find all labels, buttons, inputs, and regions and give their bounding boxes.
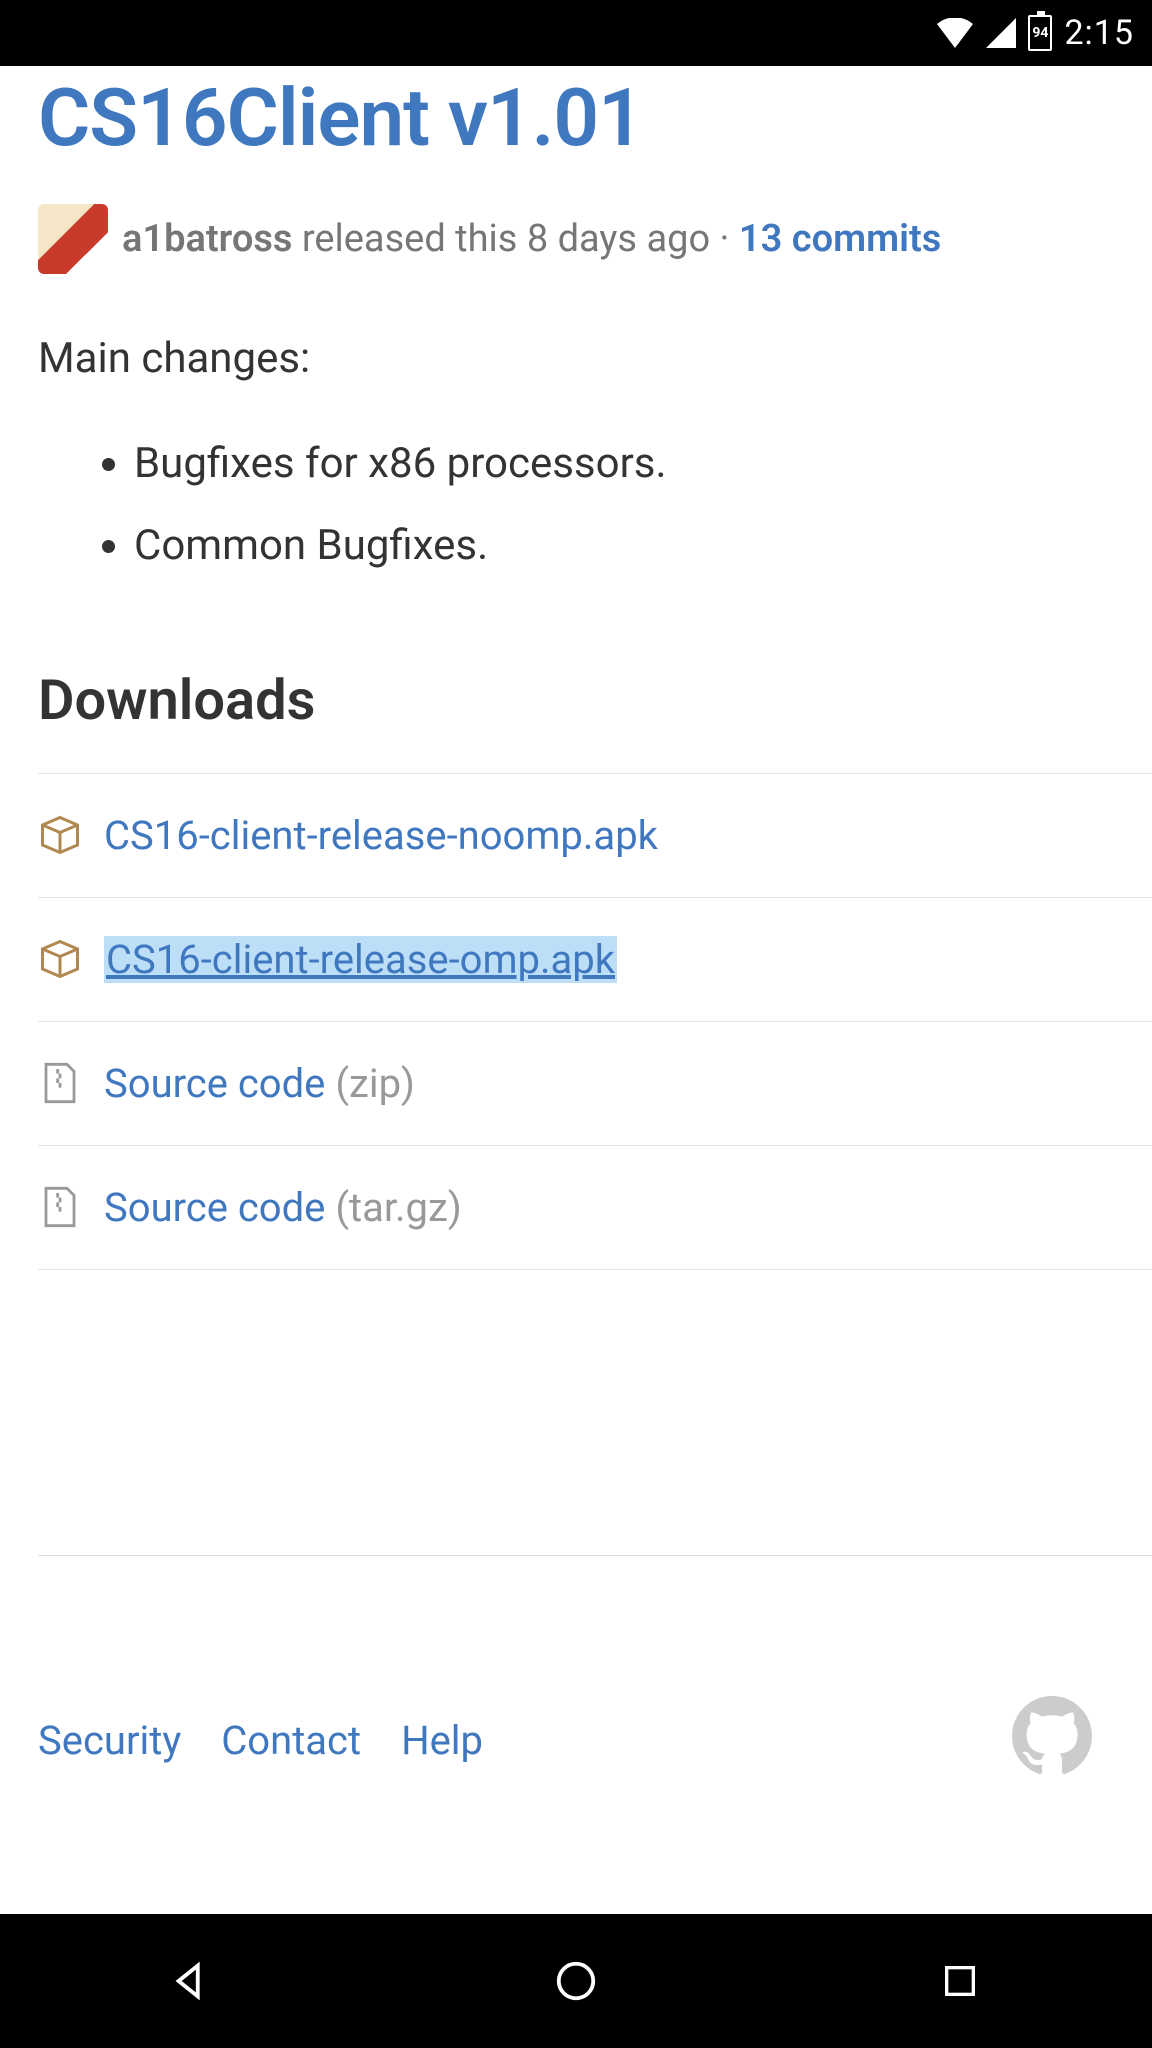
webview[interactable]: CS16Client v1.01 a1batross released this… [0, 66, 1152, 1914]
list-item: Common Bugfixes. [134, 505, 1152, 587]
released-text: released this 8 days ago · [292, 217, 739, 261]
download-link: CS16-client-release-omp.apk [104, 936, 617, 983]
download-row[interactable]: Source code (zip) [38, 1022, 1152, 1146]
download-link: CS16-client-release-noomp.apk [104, 812, 658, 859]
changes-list: Bugfixes for x86 processors. Common Bugf… [134, 423, 1152, 587]
android-navbar [0, 1914, 1152, 2048]
package-icon [38, 815, 82, 855]
cell-signal-icon [986, 18, 1016, 48]
release-byline: a1batross released this 8 days ago · 13 … [38, 204, 1152, 274]
zip-icon [38, 1062, 82, 1104]
main-changes-heading: Main changes: [38, 334, 1152, 383]
home-button[interactable] [548, 1953, 604, 2009]
downloads-heading: Downloads [38, 667, 1152, 733]
list-item: Bugfixes for x86 processors. [134, 423, 1152, 505]
release-title-link[interactable]: CS16Client v1.01 [38, 74, 1152, 162]
footer: Security Contact Help [38, 1556, 1152, 1786]
battery-icon: 94 [1028, 15, 1052, 51]
wifi-icon [936, 18, 974, 48]
download-row[interactable]: CS16-client-release-noomp.apk [38, 774, 1152, 898]
commits-link[interactable]: 13 commits [739, 217, 941, 261]
footer-link-help[interactable]: Help [401, 1717, 483, 1764]
back-button[interactable] [164, 1953, 220, 2009]
download-link: Source code (tar.gz) [104, 1184, 462, 1231]
avatar[interactable] [38, 204, 108, 274]
recent-apps-button[interactable] [932, 1953, 988, 2009]
downloads-list: CS16-client-release-noomp.apk CS16-clien… [38, 773, 1152, 1270]
status-bar: 94 2:15 [0, 0, 1152, 66]
github-mark-icon[interactable] [1012, 1696, 1092, 1786]
status-time: 2:15 [1064, 13, 1134, 53]
download-row[interactable]: Source code (tar.gz) [38, 1146, 1152, 1270]
download-link: Source code (zip) [104, 1060, 415, 1107]
footer-link-contact[interactable]: Contact [221, 1717, 361, 1764]
download-row[interactable]: CS16-client-release-omp.apk [38, 898, 1152, 1022]
battery-pct: 94 [1032, 25, 1048, 41]
zip-icon [38, 1186, 82, 1228]
package-icon [38, 939, 82, 979]
footer-link-security[interactable]: Security [38, 1717, 181, 1764]
author-link[interactable]: a1batross [122, 217, 292, 261]
